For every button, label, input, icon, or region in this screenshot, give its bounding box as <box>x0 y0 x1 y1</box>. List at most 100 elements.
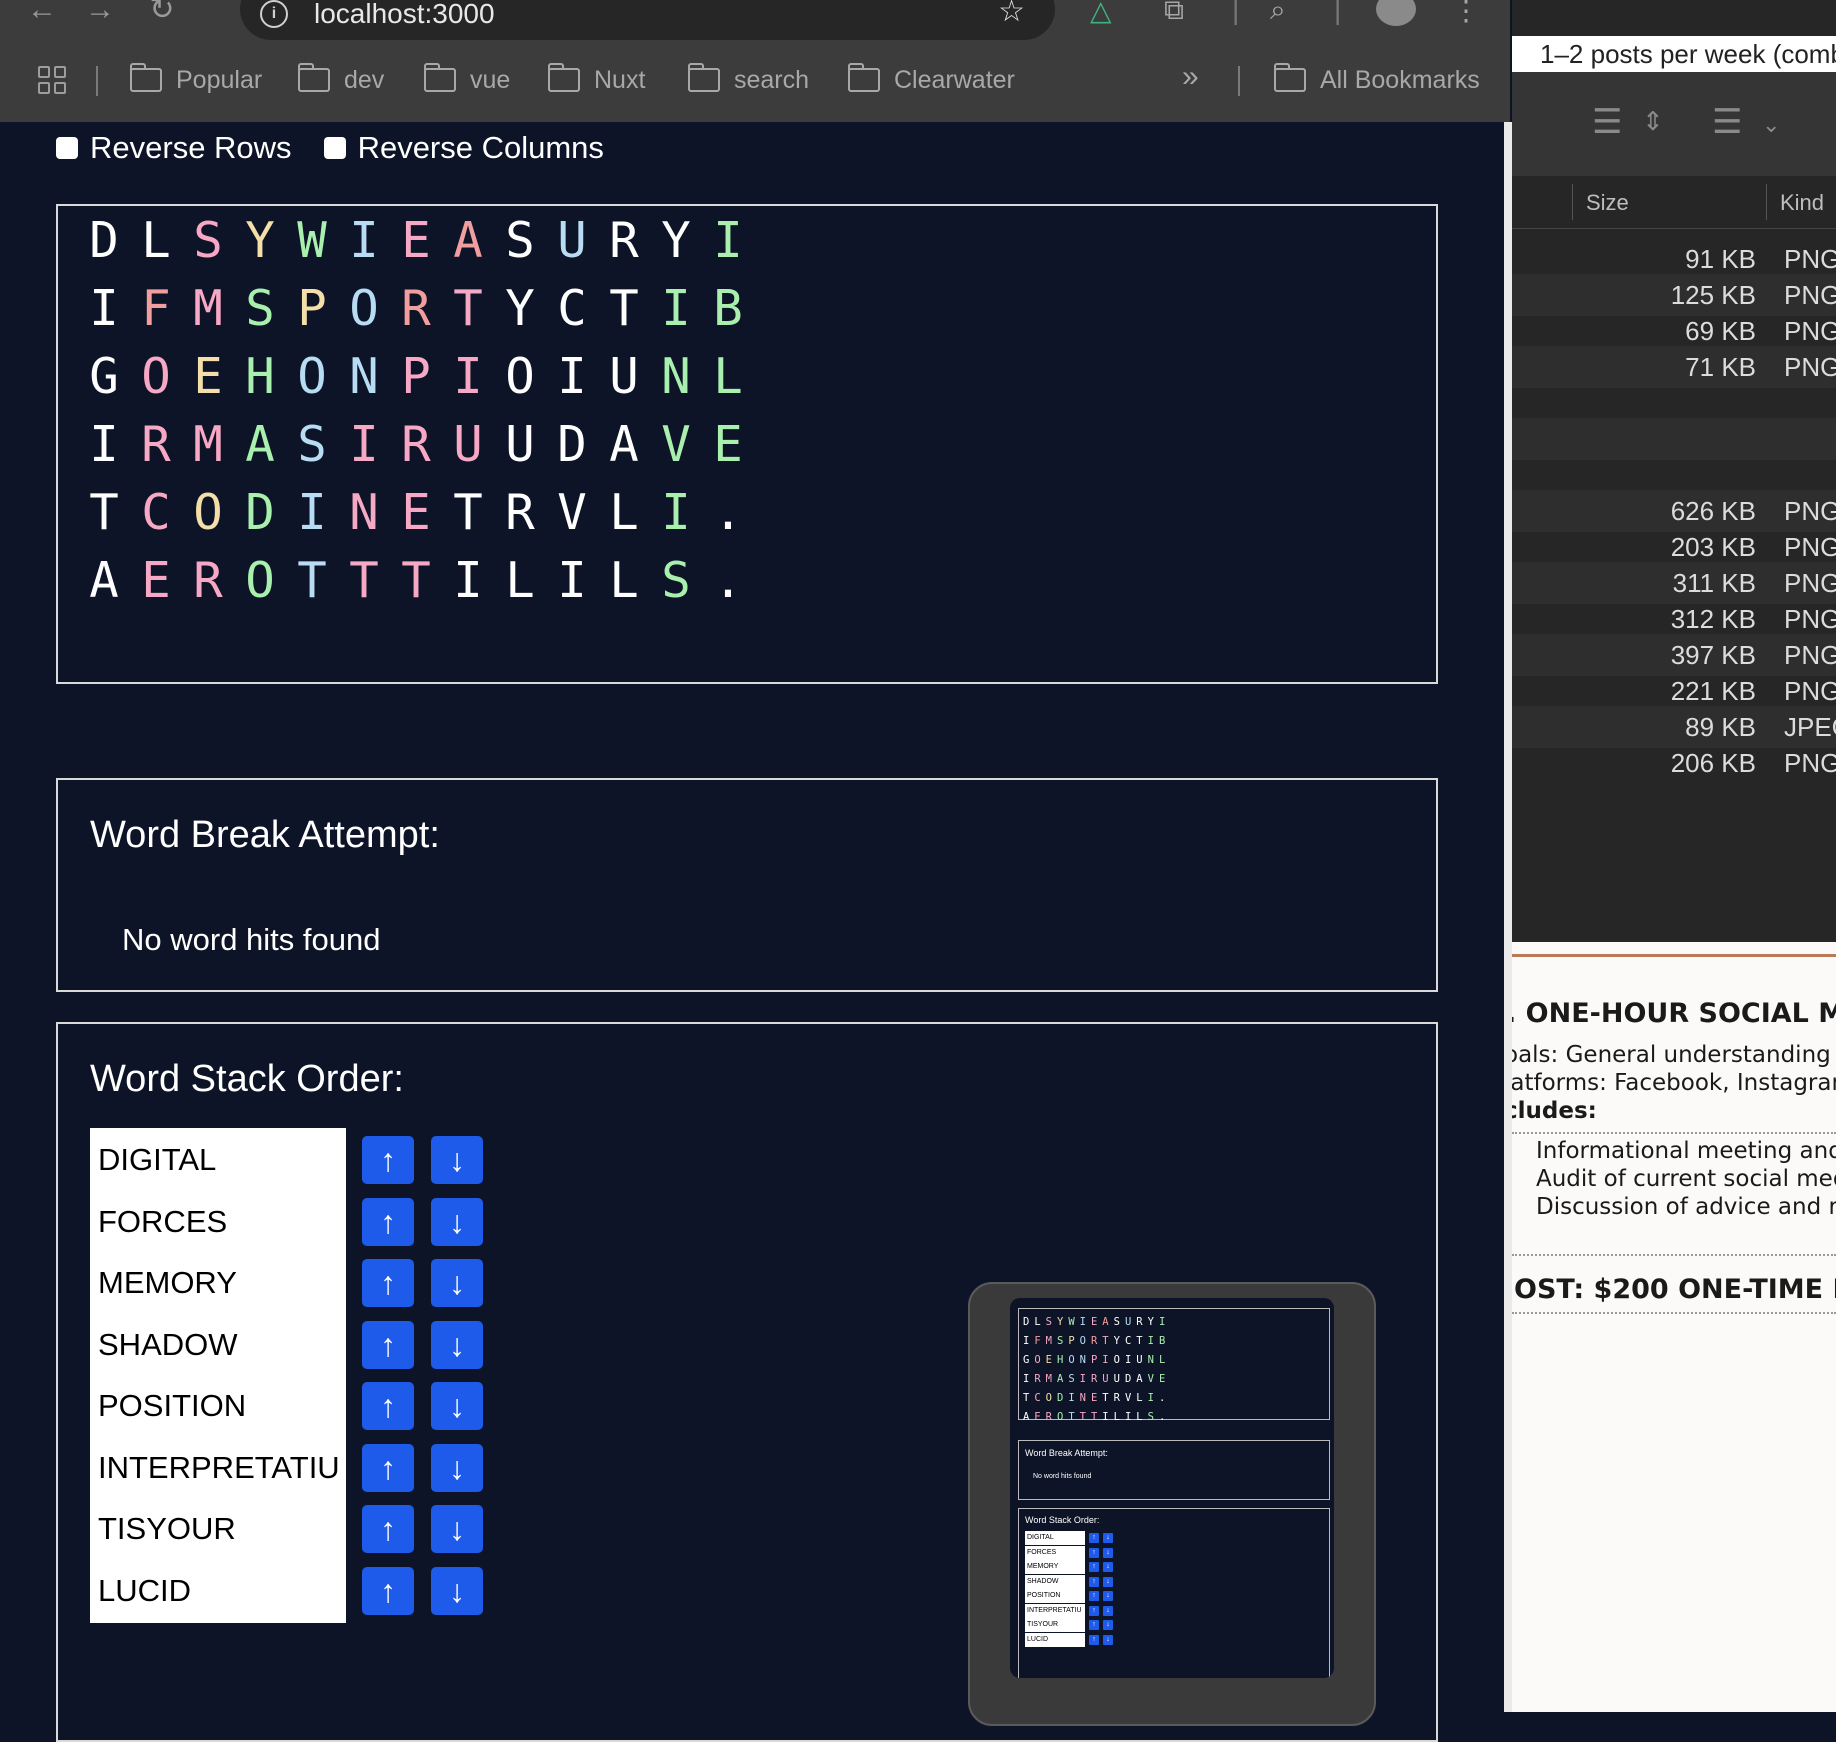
site-info-icon[interactable]: i <box>260 0 288 28</box>
grid-letter: R <box>505 484 535 541</box>
document-bullet: Audit of current social media <box>1536 1166 1836 1192</box>
grid-letter: F <box>141 280 171 337</box>
grid-letter: E <box>401 484 431 541</box>
move-up-button[interactable]: ↑ <box>362 1197 414 1246</box>
move-down-button[interactable]: ↓ <box>431 1320 483 1369</box>
back-arrow-icon[interactable]: ← <box>22 0 62 28</box>
reverse-rows-checkbox[interactable]: Reverse Rows <box>56 130 292 166</box>
grid-letter: E <box>141 552 171 609</box>
url-text[interactable]: localhost:3000 <box>314 0 495 30</box>
chevron-down-icon[interactable]: ⌄ <box>1762 112 1780 138</box>
preview-grid-letter: T <box>1023 1392 1035 1404</box>
preview-grid-letter: L <box>1034 1316 1046 1328</box>
group-options-icon[interactable]: ☰ <box>1712 102 1742 142</box>
folder-icon <box>848 63 880 92</box>
bookmark-folder-popular[interactable]: Popular <box>130 62 262 98</box>
preview-grid-letter: D <box>1023 1316 1035 1328</box>
move-up-button[interactable]: ↑ <box>362 1320 414 1369</box>
forward-arrow-icon[interactable]: → <box>80 0 120 28</box>
preview-word-break-message: No word hits found <box>1033 1473 1092 1480</box>
grid-letter: S <box>193 212 223 269</box>
file-size: 626 KB <box>1670 496 1756 526</box>
move-down-button[interactable]: ↓ <box>431 1382 483 1430</box>
screenshot-preview[interactable]: DLSYWIEASURYI IFMSPORTYCTIB GOEHONPIOIUNL I… <box>968 1282 1376 1726</box>
word-stack-item: TISYOUR ↑ ↓ <box>90 1497 510 1561</box>
kind-column-header[interactable]: Kind <box>1780 190 1824 216</box>
bookmark-star-icon[interactable]: ☆ <box>998 0 1025 29</box>
preview-grid-letter: A <box>1023 1411 1035 1423</box>
bookmark-folder-clearwater[interactable]: Clearwater <box>848 62 1015 98</box>
preview-grid-letter: U <box>1124 1316 1137 1328</box>
browser-chrome: ← → ↻ i localhost:3000 ☆ △ ⧉ | ⌕ | ⋮ Pop… <box>0 0 1510 123</box>
bookmark-folder-search[interactable]: search <box>688 62 809 98</box>
bookmark-folder-nuxt[interactable]: Nuxt <box>548 62 645 98</box>
preview-down-button: ↓ <box>1103 1576 1113 1587</box>
document-platforms-line: latforms: Facebook, Instagram <box>1512 1070 1836 1096</box>
bookmark-folder-dev[interactable]: dev <box>298 62 384 98</box>
all-bookmarks-button[interactable]: All Bookmarks <box>1274 62 1480 98</box>
move-down-button[interactable]: ↓ <box>431 1136 483 1184</box>
preview-grid-row: IRMASIRUUDAVE <box>1023 1370 1329 1389</box>
preview-down-button: ↓ <box>1103 1547 1113 1558</box>
document-bullet: Informational meeting and d <box>1536 1138 1836 1164</box>
file-kind: PNG <box>1784 496 1836 526</box>
grid-letter: G <box>89 348 119 405</box>
reverse-columns-checkbox[interactable]: Reverse Columns <box>323 130 604 166</box>
preview-grid-letter: L <box>1136 1392 1148 1404</box>
preview-grid-letter: I <box>1079 1373 1091 1385</box>
word-stack-word: LUCID <box>90 1558 346 1623</box>
move-up-button[interactable]: ↑ <box>362 1136 414 1184</box>
preview-grid-letter: N <box>1079 1392 1091 1404</box>
nuxt-extension-icon[interactable]: △ <box>1090 0 1112 27</box>
bookmark-folder-vue[interactable]: vue <box>424 62 510 98</box>
file-kind: PNG <box>1784 676 1836 706</box>
more-bookmarks-chevron-icon[interactable]: » <box>1182 60 1199 94</box>
preview-grid-letter: O <box>1113 1354 1125 1366</box>
grid-letter: T <box>297 552 327 609</box>
size-column-header[interactable]: Size <box>1586 190 1629 216</box>
move-down-button[interactable]: ↓ <box>431 1566 483 1615</box>
preview-up-button: ↑ <box>1089 1634 1099 1645</box>
apps-grid-icon[interactable] <box>38 66 66 94</box>
preview-grid-letter: . <box>1158 1392 1171 1404</box>
preview-stack-word: FORCES <box>1025 1545 1085 1560</box>
preview-grid-letter: S <box>1147 1411 1159 1423</box>
grid-letter: I <box>453 348 483 405</box>
grid-letter: S <box>297 416 327 473</box>
move-up-button[interactable]: ↑ <box>362 1259 414 1307</box>
move-up-button[interactable]: ↑ <box>362 1566 414 1615</box>
profile-avatar[interactable] <box>1376 0 1416 26</box>
move-down-button[interactable]: ↓ <box>431 1505 483 1553</box>
preview-grid-letter: R <box>1136 1316 1148 1328</box>
move-down-button[interactable]: ↓ <box>431 1259 483 1307</box>
file-size: 312 KB <box>1670 604 1756 634</box>
toolbar-divider-icon: | <box>1232 0 1240 25</box>
search-tabs-icon[interactable]: ⌕ <box>1270 0 1286 27</box>
address-bar[interactable]: i localhost:3000 ☆ <box>240 0 1055 40</box>
grid-letter: N <box>349 348 379 405</box>
grid-letter: M <box>193 280 223 337</box>
grid-letter: V <box>661 416 691 473</box>
move-up-button[interactable]: ↑ <box>362 1505 414 1553</box>
reload-icon[interactable]: ↻ <box>142 0 182 28</box>
list-view-icon[interactable]: ☰ <box>1592 102 1622 142</box>
preview-up-button: ↑ <box>1089 1562 1099 1572</box>
grid-letter: A <box>89 552 119 609</box>
document-window: . ONE-HOUR SOCIAL MEDIA oals: General un… <box>1512 942 1836 1712</box>
extensions-icon[interactable]: ⧉ <box>1164 0 1184 27</box>
checkbox-box[interactable] <box>323 137 346 159</box>
preview-grid-letter: O <box>1068 1354 1080 1366</box>
preview-up-button: ↑ <box>1089 1620 1099 1630</box>
menu-dots-icon[interactable]: ⋮ <box>1452 0 1480 27</box>
move-down-button[interactable]: ↓ <box>431 1197 483 1246</box>
checkbox-box[interactable] <box>56 137 78 159</box>
move-up-button[interactable]: ↑ <box>362 1443 414 1492</box>
grid-letter: I <box>349 212 379 269</box>
sort-chevrons-icon[interactable]: ⇕ <box>1642 106 1664 137</box>
word-stack-item: MEMORY ↑ ↓ <box>90 1251 510 1315</box>
finder-file-row[interactable]: 206 KB PNG <box>1512 742 1836 784</box>
move-up-button[interactable]: ↑ <box>362 1382 414 1430</box>
word-break-message: No word hits found <box>122 922 381 957</box>
grid-letter: E <box>193 348 223 405</box>
move-down-button[interactable]: ↓ <box>431 1443 483 1492</box>
